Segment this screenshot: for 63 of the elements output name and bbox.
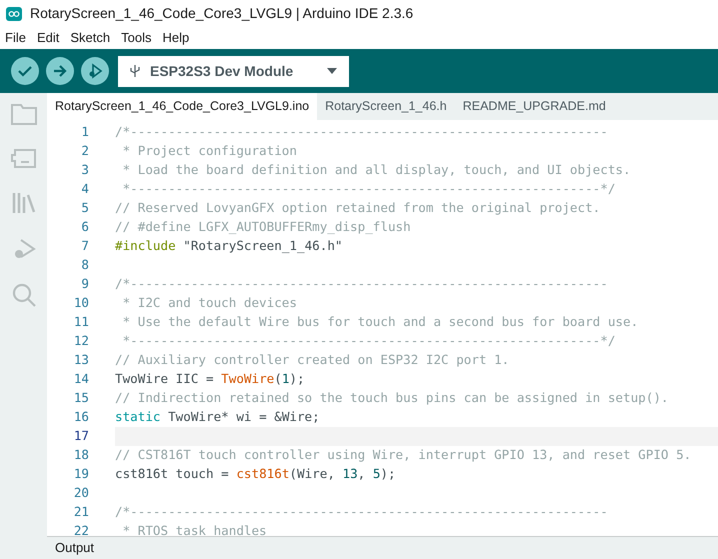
menu-item[interactable]: Sketch [70, 28, 110, 48]
debug-icon [87, 63, 103, 79]
folder-icon[interactable] [10, 103, 36, 125]
code-line: // Indirection retained so the touch bus pins can be assigned in setup(). [115, 389, 668, 408]
upload-button[interactable] [46, 57, 74, 85]
code-line: * Use the default Wire bus for touch and a second bus for board use. [122, 313, 638, 332]
line-number: 7 [80, 237, 89, 256]
line-number: 3 [80, 161, 89, 180]
code-line: // Auxiliary controller created on ESP32 I2C port 1. [115, 351, 510, 370]
verify-button[interactable] [11, 57, 39, 85]
board-icon[interactable] [10, 147, 36, 169]
line-number: 9 [80, 275, 89, 294]
line-number: 2 [80, 142, 89, 160]
line-number: 15 [72, 389, 89, 408]
usb-icon [130, 64, 140, 78]
code-line: TwoWire IIC = TwoWire(1); [115, 370, 305, 388]
code-line: * RTOS task handles [122, 522, 267, 536]
window-title: RotaryScreen_1_46_Code_Core3_LVGL9 | Arduino IDE 2.3.6 [30, 4, 414, 23]
line-number: 19 [72, 465, 89, 484]
menu-item[interactable]: Tools [121, 28, 152, 48]
code-line: * I2C and touch devices [122, 294, 297, 312]
menu-item[interactable]: Help [162, 28, 190, 48]
line-number: 12 [72, 332, 89, 350]
code-line: // CST816T touch controller using Wire, interrupt GPIO 13, and reset GPIO 5. [115, 446, 692, 464]
board-selector[interactable]: ESP32S3 Dev Module [118, 56, 349, 86]
code-line: #include "RotaryScreen_1_46.h" [115, 237, 342, 256]
line-number: 21 [72, 503, 89, 522]
search-icon[interactable] [12, 283, 36, 307]
line-number: 1 [80, 123, 89, 142]
library-icon[interactable] [12, 191, 36, 215]
line-number: 4 [80, 180, 89, 198]
line-number: 8 [80, 256, 89, 274]
line-number: 16 [72, 408, 89, 426]
line-number: 10 [72, 294, 89, 312]
app-logo-icon [6, 6, 22, 20]
caret-icon [327, 68, 337, 74]
code-line: * Project configuration [122, 142, 297, 160]
code-line: cst816t touch = cst816t(Wire, 13, 5); [115, 465, 396, 484]
line-number: 11 [72, 313, 89, 332]
code-line: /*--------------------------------------------------------------- [115, 123, 608, 142]
line-number: 17 [72, 427, 89, 446]
code-line: * Load the board definition and all display, touch, and UI objects. [122, 161, 631, 180]
line-number: 22 [72, 522, 89, 536]
code-line: /*--------------------------------------------------------------- [115, 503, 608, 522]
checkmark-icon [18, 65, 32, 77]
code-line: *--------------------------------------------------------------*/ [122, 180, 616, 198]
line-number: 14 [72, 370, 89, 388]
code-line: // #define LGFX_AUTOBUFFERmy_disp_flush [115, 218, 411, 236]
arrow-right-icon [53, 65, 67, 77]
code-line: /*--------------------------------------------------------------- [115, 275, 608, 294]
file-tab[interactable]: RotaryScreen_1_46_Code_Core3_LVGL9.ino [47, 93, 318, 120]
line-number: 6 [80, 218, 89, 236]
code-line: *--------------------------------------------------------------*/ [122, 332, 616, 350]
panel-title[interactable]: Output [55, 538, 94, 558]
menu-item[interactable]: File [5, 28, 26, 48]
debug-button[interactable] [81, 57, 109, 85]
line-number: 5 [80, 199, 89, 218]
code-line: static TwoWire* wi = &Wire; [115, 408, 320, 426]
line-number: 13 [72, 351, 89, 370]
code-line: // Reserved LovyanGFX option retained from the original project. [115, 199, 600, 218]
menu-item[interactable]: Edit [36, 28, 60, 48]
line-number: 18 [72, 446, 89, 464]
line-number: 20 [72, 484, 89, 502]
